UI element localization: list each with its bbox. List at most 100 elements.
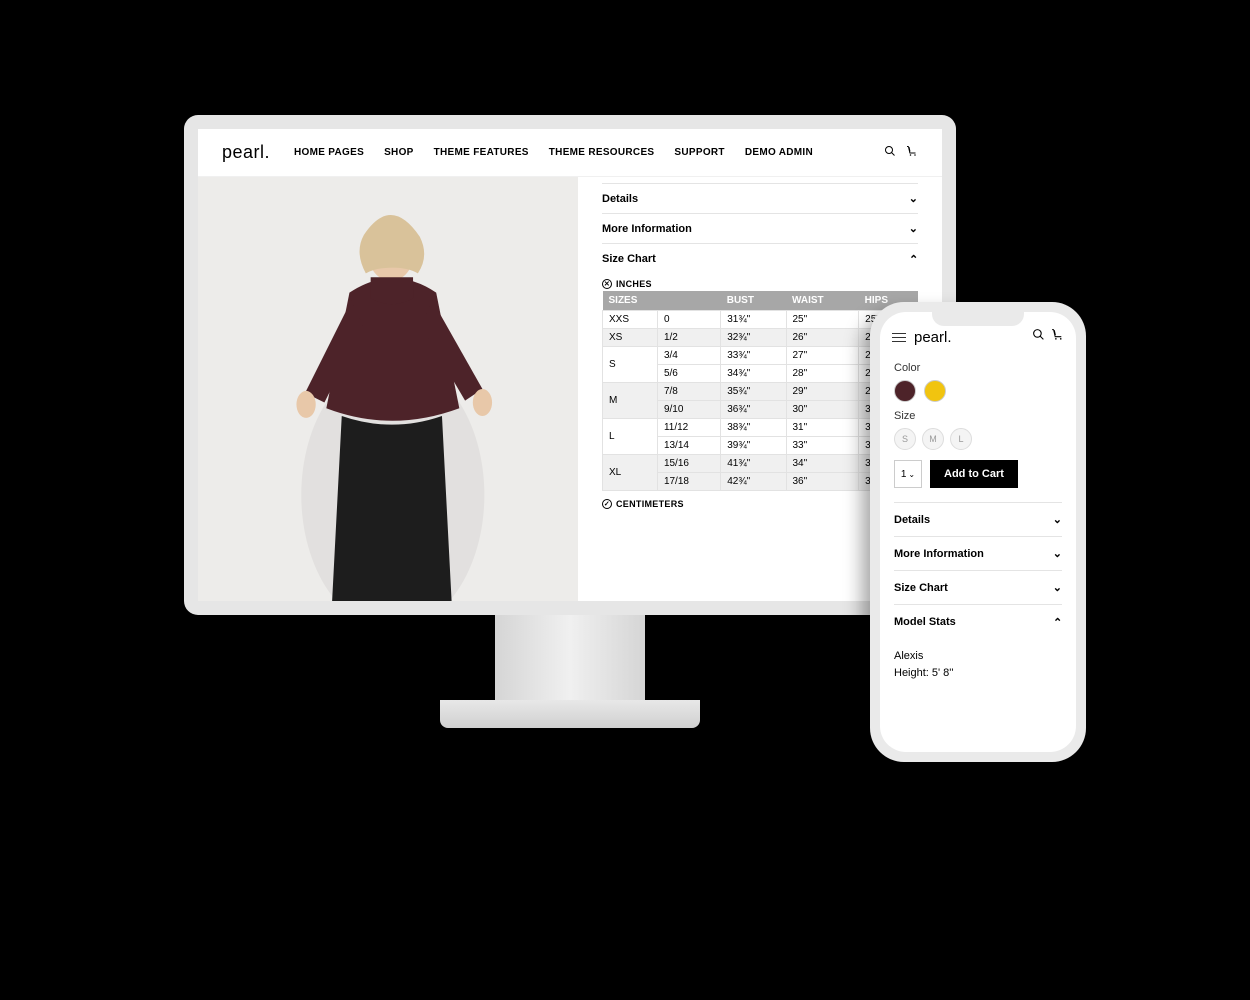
unit-cm-label: CENTIMETERS: [616, 499, 684, 509]
cell-size: XL: [603, 455, 658, 491]
nav-support[interactable]: SUPPORT: [674, 147, 724, 158]
chevron-up-icon: ⌄: [909, 252, 918, 265]
cell-sub: 3/4: [657, 347, 720, 365]
model-height: Height: 5' 8'': [894, 665, 1062, 682]
accordion-details[interactable]: Details ⌄: [602, 183, 918, 213]
model-illustration: [198, 177, 578, 601]
desktop-monitor: pearl. HOME PAGES SHOP THEME FEATURES TH…: [184, 115, 956, 615]
monitor-base: [440, 700, 700, 728]
th-waist: WAIST: [786, 291, 859, 311]
cell-sub: 9/10: [657, 401, 720, 419]
unit-inches-label: INCHES: [616, 279, 652, 289]
phone-accordion-size-chart-label: Size Chart: [894, 582, 948, 594]
cell-bust: 35¾": [721, 383, 786, 401]
cell-waist: 27": [786, 347, 859, 365]
cell-waist: 25": [786, 311, 859, 329]
phone-accordion-details[interactable]: Details ⌄: [894, 502, 1062, 536]
cell-bust: 34¾": [721, 365, 786, 383]
cell-waist: 34": [786, 455, 859, 473]
accordion-size-chart[interactable]: Size Chart ⌄: [602, 243, 918, 273]
accordion-more-info[interactable]: More Information ⌄: [602, 213, 918, 243]
th-bust: BUST: [721, 291, 786, 311]
search-icon[interactable]: [884, 144, 896, 162]
size-btn-m[interactable]: M: [922, 428, 944, 450]
size-label: Size: [894, 410, 1062, 422]
check-circle-icon: ✓: [602, 499, 612, 509]
cell-waist: 30": [786, 401, 859, 419]
close-circle-icon: ✕: [602, 279, 612, 289]
cell-bust: 42¾": [721, 473, 786, 491]
chevron-down-icon: ⌄: [909, 222, 918, 235]
color-label: Color: [894, 362, 1062, 374]
hamburger-icon[interactable]: [892, 333, 906, 342]
model-stats-content: Alexis Height: 5' 8'': [894, 638, 1062, 681]
phone-screen: pearl. Color Size S M L: [880, 312, 1076, 752]
cart-icon[interactable]: [1051, 328, 1064, 346]
cell-bust: 33¾": [721, 347, 786, 365]
cell-sub: 0: [657, 311, 720, 329]
cell-sub: 13/14: [657, 437, 720, 455]
phone-accordion-size-chart[interactable]: Size Chart ⌄: [894, 570, 1062, 604]
brand-logo[interactable]: pearl.: [222, 142, 270, 163]
cell-size: S: [603, 347, 658, 383]
cell-waist: 28": [786, 365, 859, 383]
cell-size: L: [603, 419, 658, 455]
main-nav: HOME PAGES SHOP THEME FEATURES THEME RES…: [294, 147, 813, 158]
desktop-header: pearl. HOME PAGES SHOP THEME FEATURES TH…: [198, 129, 942, 177]
cell-size: M: [603, 383, 658, 419]
chevron-down-icon: ⌄: [1053, 547, 1062, 560]
add-to-cart-button[interactable]: Add to Cart: [930, 460, 1018, 488]
phone-accordion-details-label: Details: [894, 514, 930, 526]
size-buttons: S M L: [894, 428, 1062, 450]
cell-sub: 15/16: [657, 455, 720, 473]
chevron-up-icon: ⌄: [1053, 615, 1062, 628]
cell-bust: 39¾": [721, 437, 786, 455]
search-icon[interactable]: [1032, 328, 1045, 346]
cell-bust: 36¾": [721, 401, 786, 419]
chevron-down-icon: ⌄: [908, 470, 915, 479]
phone-accordion-model-stats-label: Model Stats: [894, 616, 956, 628]
monitor-stand: [495, 615, 645, 705]
quantity-value: 1: [901, 469, 907, 480]
nav-theme-features[interactable]: THEME FEATURES: [434, 147, 529, 158]
cell-waist: 26": [786, 329, 859, 347]
size-btn-s[interactable]: S: [894, 428, 916, 450]
table-row: XXS031¾"25"25": [603, 311, 918, 329]
phone-frame: pearl. Color Size S M L: [870, 302, 1086, 762]
phone-notch: [932, 312, 1024, 326]
accordion-more-info-label: More Information: [602, 223, 692, 235]
accordion-details-label: Details: [602, 193, 638, 205]
cell-sub: 7/8: [657, 383, 720, 401]
cell-waist: 29": [786, 383, 859, 401]
chevron-down-icon: ⌄: [1053, 513, 1062, 526]
cell-sub: 17/18: [657, 473, 720, 491]
size-btn-l[interactable]: L: [950, 428, 972, 450]
cell-sub: 1/2: [657, 329, 720, 347]
phone-accordion-model-stats[interactable]: Model Stats ⌄: [894, 604, 1062, 638]
cart-icon[interactable]: [906, 144, 918, 162]
phone-brand-logo[interactable]: pearl.: [914, 329, 952, 346]
cell-waist: 36": [786, 473, 859, 491]
nav-shop[interactable]: SHOP: [384, 147, 414, 158]
cell-bust: 41¾": [721, 455, 786, 473]
quantity-select[interactable]: 1 ⌄: [894, 460, 922, 488]
cell-bust: 38¾": [721, 419, 786, 437]
desktop-screen: pearl. HOME PAGES SHOP THEME FEATURES TH…: [198, 129, 942, 601]
chevron-down-icon: ⌄: [1053, 581, 1062, 594]
phone-accordion-more-info-label: More Information: [894, 548, 984, 560]
nav-home-pages[interactable]: HOME PAGES: [294, 147, 364, 158]
cell-waist: 33": [786, 437, 859, 455]
cell-sub: 5/6: [657, 365, 720, 383]
color-swatch-maroon[interactable]: [894, 380, 916, 402]
cell-bust: 31¾": [721, 311, 786, 329]
cell-sub: 11/12: [657, 419, 720, 437]
cell-waist: 31": [786, 419, 859, 437]
nav-theme-resources[interactable]: THEME RESOURCES: [549, 147, 655, 158]
model-name: Alexis: [894, 648, 1062, 665]
unit-inches-row[interactable]: ✕ INCHES: [602, 279, 918, 289]
phone-accordion-more-info[interactable]: More Information ⌄: [894, 536, 1062, 570]
nav-demo-admin[interactable]: DEMO ADMIN: [745, 147, 813, 158]
th-sizes: SIZES: [603, 291, 721, 311]
color-swatches: [894, 380, 1062, 402]
color-swatch-gold[interactable]: [924, 380, 946, 402]
